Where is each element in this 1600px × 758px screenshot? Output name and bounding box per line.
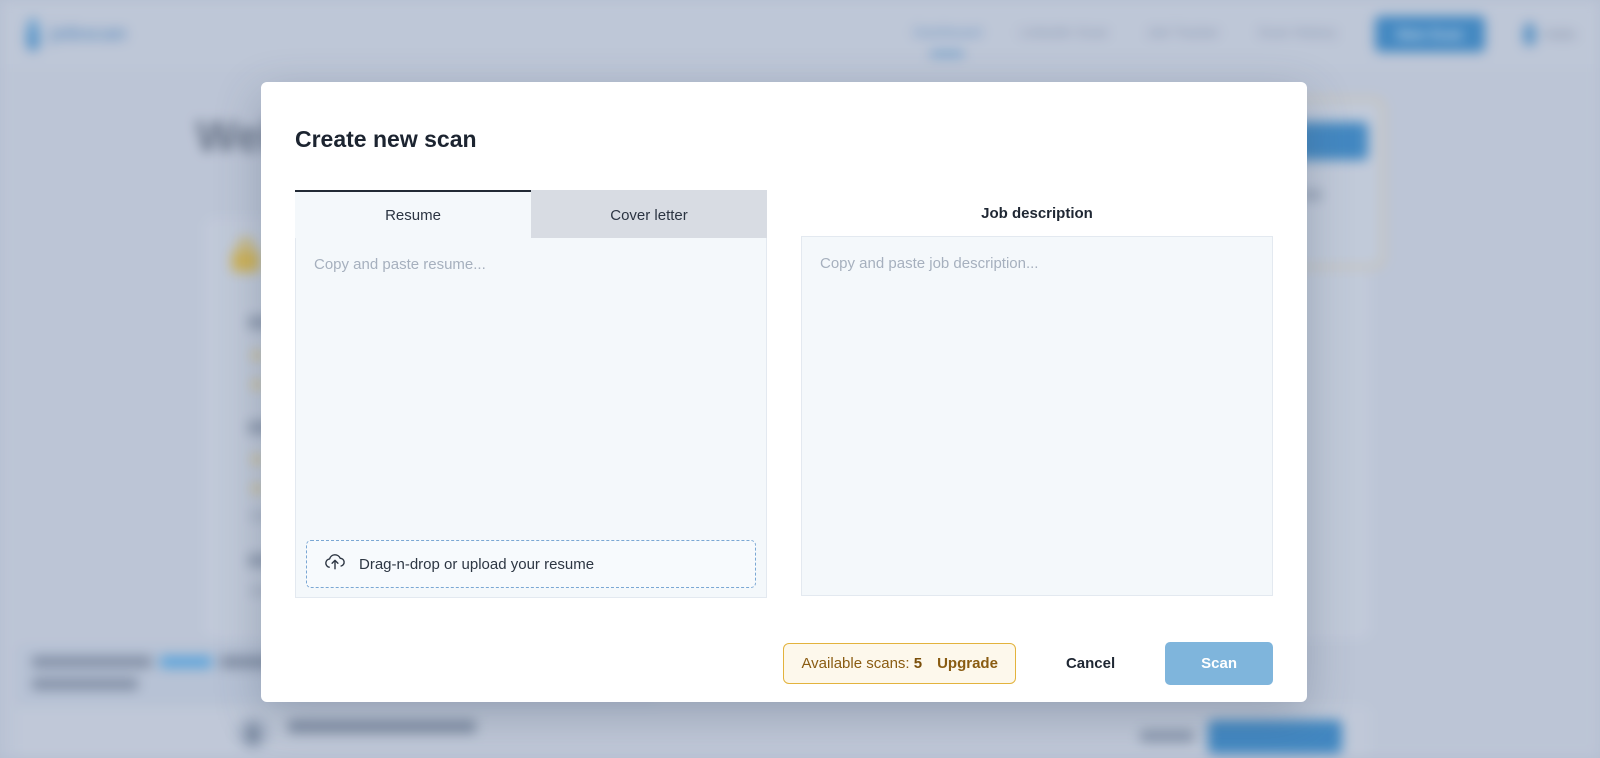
resume-tabs: Resume Cover letter (295, 190, 767, 238)
modal-actions: Available scans: 5 Upgrade Cancel Scan (295, 642, 1273, 685)
cancel-button[interactable]: Cancel (1044, 643, 1137, 684)
tab-resume[interactable]: Resume (295, 190, 531, 238)
resume-dropzone[interactable]: Drag-n-drop or upload your resume (306, 540, 756, 588)
upgrade-link[interactable]: Upgrade (937, 655, 998, 672)
resume-input[interactable] (314, 256, 748, 518)
resume-dropzone-label: Drag-n-drop or upload your resume (359, 555, 595, 573)
app-root: jobscan Dashboard LinkedIn Scan Job Trac… (0, 0, 1600, 758)
create-new-scan-modal: Create new scan Resume Cover letter Copy… (261, 82, 1307, 702)
tab-cover-letter[interactable]: Cover letter (531, 190, 767, 238)
available-scans-label-group: Available scans: 5 (801, 655, 922, 672)
available-scans-count: 5 (913, 655, 923, 672)
job-description-title: Job description (981, 205, 1093, 222)
job-description-input[interactable] (820, 255, 1254, 577)
job-description-body (801, 236, 1273, 596)
available-scans-badge: Available scans: 5 Upgrade (783, 643, 1016, 684)
job-description-panel: Job description (801, 190, 1273, 598)
resume-panel: Resume Cover letter Drag-n-dro (295, 190, 767, 598)
available-scans-label: Available scans: (801, 655, 910, 672)
resume-body: Drag-n-drop or upload your resume (295, 238, 767, 598)
cloud-upload-icon (323, 552, 347, 577)
modal-panels: Resume Cover letter Drag-n-dro (295, 190, 1273, 598)
scan-button[interactable]: Scan (1165, 642, 1273, 685)
modal-title: Create new scan (295, 126, 477, 152)
